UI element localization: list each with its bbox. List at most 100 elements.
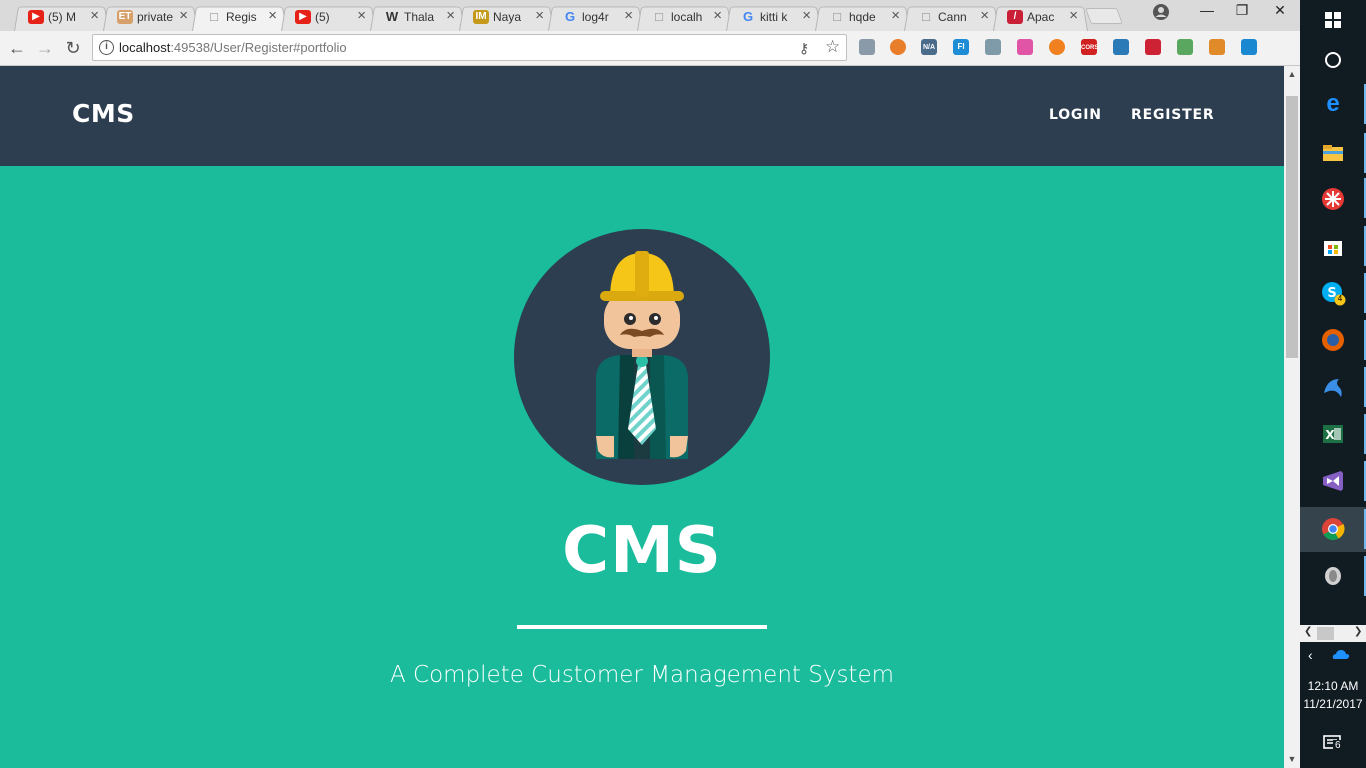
taskbar-scroll-thumb[interactable] bbox=[1317, 627, 1334, 640]
restore-button[interactable]: ❐ bbox=[1222, 2, 1262, 19]
skype-icon[interactable]: S 4 bbox=[1319, 279, 1347, 307]
page-viewport: CMS LOGIN REGISTER CMS A Complete Custom… bbox=[0, 66, 1284, 768]
chrome-icon[interactable] bbox=[1319, 515, 1347, 543]
tab-close-icon[interactable]: × bbox=[179, 7, 188, 24]
extension-icon-1[interactable] bbox=[859, 39, 875, 55]
tab-close-icon[interactable]: × bbox=[535, 7, 544, 24]
tab-close-icon[interactable]: × bbox=[268, 7, 277, 24]
app-gray-icon[interactable] bbox=[1319, 562, 1347, 590]
tab-close-icon[interactable]: × bbox=[1069, 7, 1078, 24]
svg-text:X: X bbox=[1325, 428, 1335, 442]
browser-tab[interactable]: □ Cann × bbox=[904, 4, 999, 32]
app-red-icon[interactable] bbox=[1319, 185, 1347, 213]
hero-divider bbox=[517, 625, 767, 629]
forward-button[interactable]: → bbox=[34, 37, 56, 59]
bookmark-star-icon[interactable]: ☆ bbox=[825, 37, 840, 57]
nav-login-link[interactable]: LOGIN bbox=[1049, 107, 1102, 123]
browser-tab[interactable]: Glog4r × bbox=[548, 4, 643, 32]
url-text[interactable]: localhost:49538/User/Register#portfolio bbox=[119, 40, 347, 55]
tab-title: (5) M bbox=[48, 10, 76, 24]
tab-title: Regis bbox=[226, 10, 257, 24]
taskbar-date[interactable]: 11/21/2017 bbox=[1300, 697, 1366, 711]
extension-icon-6[interactable] bbox=[1017, 39, 1033, 55]
extension-icon-11[interactable] bbox=[1177, 39, 1193, 55]
extension-icon-2[interactable] bbox=[890, 39, 906, 55]
windows-start-icon[interactable] bbox=[1319, 6, 1347, 34]
scroll-up-arrow-icon[interactable]: ▲ bbox=[1284, 69, 1300, 79]
browser-tab[interactable]: ET private × bbox=[103, 4, 198, 32]
edge-icon[interactable]: e bbox=[1319, 90, 1347, 118]
tab-close-icon[interactable]: × bbox=[980, 7, 989, 24]
youtube-icon: ▶ bbox=[295, 10, 311, 24]
extension-icon-7[interactable] bbox=[1049, 39, 1065, 55]
browser-tab[interactable]: □ hqde × bbox=[815, 4, 910, 32]
tab-title: localh bbox=[671, 10, 703, 24]
browser-tab[interactable]: □ Regis × bbox=[192, 4, 287, 32]
action-center-icon[interactable]: 6 bbox=[1319, 730, 1347, 758]
tab-strip: ▶ (5) M × ET private × □ Regis × ▶ (5) × W Thala × IM Na… bbox=[0, 0, 1300, 32]
browser-tab[interactable]: / Apac × bbox=[993, 4, 1088, 32]
page-icon: □ bbox=[833, 9, 841, 24]
tab-title: hqde bbox=[849, 10, 876, 24]
download-icon[interactable] bbox=[985, 39, 1001, 55]
brand-logo[interactable]: CMS bbox=[72, 99, 135, 128]
tab-close-icon[interactable]: × bbox=[802, 7, 811, 24]
tab-close-icon[interactable]: × bbox=[446, 7, 455, 24]
profile-icon[interactable] bbox=[1152, 3, 1170, 21]
scroll-right-arrow-icon[interactable]: ❯ bbox=[1354, 626, 1362, 637]
onedrive-icon[interactable] bbox=[1332, 647, 1350, 661]
visual-studio-icon[interactable] bbox=[1319, 467, 1347, 495]
google-icon: G bbox=[564, 9, 576, 24]
browser-tab[interactable]: □ localh × bbox=[637, 4, 732, 32]
site-navbar: CMS LOGIN REGISTER bbox=[0, 66, 1284, 166]
taskbar-time[interactable]: 12:10 AM bbox=[1300, 679, 1366, 693]
nav-register-link[interactable]: REGISTER bbox=[1131, 107, 1214, 123]
browser-tab[interactable]: W Thala × bbox=[370, 4, 465, 32]
reload-button[interactable]: ↻ bbox=[62, 37, 84, 59]
tab-close-icon[interactable]: × bbox=[357, 7, 366, 24]
password-key-icon[interactable]: ⚷ bbox=[799, 40, 809, 57]
extension-icon-10[interactable] bbox=[1145, 39, 1161, 55]
et-icon: ET bbox=[117, 10, 133, 24]
browser-toolbar: ← → ↻ i localhost:49538/User/Register#po… bbox=[0, 31, 1300, 66]
cortana-icon[interactable] bbox=[1319, 46, 1347, 74]
excel-icon[interactable]: X bbox=[1319, 420, 1347, 448]
tab-close-icon[interactable]: × bbox=[90, 7, 99, 24]
scroll-thumb[interactable] bbox=[1286, 96, 1298, 358]
browser-tab[interactable]: IM Naya × bbox=[459, 4, 554, 32]
firefox-icon[interactable] bbox=[1319, 326, 1347, 354]
address-bar[interactable]: i localhost:49538/User/Register#portfoli… bbox=[92, 34, 847, 61]
extension-icon-na[interactable]: N/A bbox=[921, 39, 937, 55]
extension-icon-fi[interactable]: FI bbox=[953, 39, 969, 55]
tab-close-icon[interactable]: × bbox=[891, 7, 900, 24]
scroll-down-arrow-icon[interactable]: ▼ bbox=[1284, 754, 1300, 764]
page-scrollbar[interactable]: ▲ ▼ bbox=[1284, 66, 1300, 768]
browser-tab[interactable]: ▶ (5) × bbox=[281, 4, 376, 32]
tray-expand-icon[interactable]: ‹ bbox=[1308, 647, 1313, 663]
apache-icon: / bbox=[1007, 10, 1023, 24]
file-explorer-icon[interactable] bbox=[1319, 139, 1347, 167]
tab-title: Thala bbox=[404, 10, 435, 24]
tab-title: Naya bbox=[493, 10, 522, 24]
minimize-button[interactable]: — bbox=[1187, 2, 1227, 18]
extension-icon-cors[interactable]: CORS bbox=[1081, 39, 1098, 55]
close-window-button[interactable]: ✕ bbox=[1260, 2, 1300, 19]
tab-close-icon[interactable]: × bbox=[624, 7, 633, 24]
browser-tab[interactable]: ▶ (5) M × bbox=[14, 4, 109, 32]
skype-badge: 4 bbox=[1337, 294, 1343, 303]
store-icon[interactable] bbox=[1319, 232, 1347, 260]
extension-icon-9[interactable] bbox=[1113, 39, 1129, 55]
back-button[interactable]: ← bbox=[6, 37, 28, 59]
scroll-left-arrow-icon[interactable]: ❮ bbox=[1304, 626, 1312, 637]
imdb-icon: IM bbox=[473, 10, 489, 24]
browser-tab[interactable]: Gkitti k × bbox=[726, 4, 821, 32]
new-tab-button[interactable] bbox=[1085, 8, 1123, 24]
mysql-workbench-icon[interactable] bbox=[1319, 373, 1347, 401]
site-info-icon[interactable]: i bbox=[99, 40, 114, 55]
extension-icon-13[interactable] bbox=[1241, 39, 1257, 55]
tab-title: (5) bbox=[315, 10, 330, 24]
taskbar-scrollbar[interactable]: ❮ ❯ bbox=[1300, 625, 1366, 642]
tab-close-icon[interactable]: × bbox=[713, 7, 722, 24]
page-icon: □ bbox=[922, 9, 930, 24]
extension-icon-12[interactable] bbox=[1209, 39, 1225, 55]
